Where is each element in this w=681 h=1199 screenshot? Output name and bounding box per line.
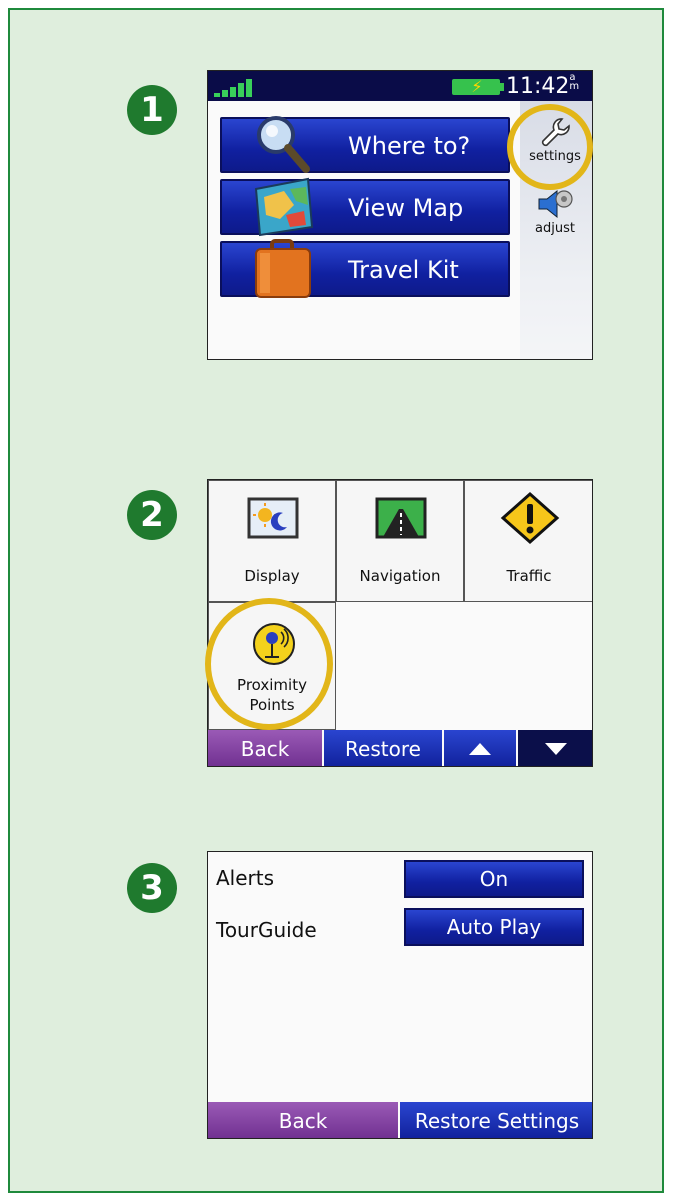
step-2-marker: 2 [127, 490, 177, 540]
display-icon [247, 497, 299, 539]
clock-ampm: am [569, 72, 580, 92]
magnifier-icon [257, 116, 310, 173]
adjust-label: adjust [535, 221, 575, 236]
step-3-number: 3 [140, 868, 164, 908]
restore-button[interactable]: Restore [324, 730, 442, 766]
settings-nav-bar: Back Restore [208, 730, 592, 766]
display-tile[interactable]: Display [208, 480, 336, 602]
arrow-down-icon [545, 743, 567, 755]
where-to-label: Where to? [348, 132, 471, 160]
clock: 11:42am [506, 72, 580, 100]
display-label: Display [244, 567, 300, 585]
back-button-2[interactable]: Back [208, 1102, 398, 1138]
step-1-number: 1 [140, 90, 164, 130]
signal-strength-icon [214, 77, 262, 97]
speaker-icon [538, 189, 573, 219]
warning-icon [500, 491, 560, 545]
road-icon [375, 497, 427, 539]
map-icon [254, 177, 314, 237]
tourguide-value-button[interactable]: Auto Play [404, 908, 584, 946]
view-map-label: View Map [348, 194, 464, 222]
restore-label: Restore [345, 737, 421, 761]
traffic-label: Traffic [506, 567, 552, 585]
settings-highlight-ring [507, 104, 593, 190]
scroll-down-button[interactable] [518, 730, 592, 766]
proximity-highlight-ring [205, 598, 333, 730]
alerts-label: Alerts [216, 866, 275, 890]
step-1-marker: 1 [127, 85, 177, 135]
view-map-button[interactable]: View Map [220, 177, 510, 237]
navigation-tile[interactable]: Navigation [336, 480, 464, 602]
restore-settings-label: Restore Settings [414, 1109, 580, 1133]
navigation-label: Navigation [359, 567, 441, 585]
step-3-marker: 3 [127, 863, 177, 913]
travel-kit-label: Travel Kit [348, 256, 459, 284]
restore-settings-button[interactable]: Restore Settings [400, 1102, 592, 1138]
travel-kit-button[interactable]: Travel Kit [220, 239, 510, 298]
back-button[interactable]: Back [208, 730, 322, 766]
where-to-button[interactable]: Where to? [220, 116, 510, 173]
adjust-button[interactable]: adjust [522, 187, 588, 236]
proximity-points-screen: Alerts On TourGuide Auto Play Back Resto… [207, 851, 593, 1139]
tourguide-value: Auto Play [446, 915, 542, 939]
tourguide-label: TourGuide [216, 918, 317, 942]
back-label-2: Back [278, 1109, 328, 1133]
arrow-up-icon [469, 743, 491, 755]
proximity-nav-bar: Back Restore Settings [208, 1102, 592, 1138]
alerts-value-button[interactable]: On [404, 860, 584, 898]
battery-charging-icon: ⚡ [452, 77, 504, 96]
status-bar: ⚡ 11:42am [208, 71, 592, 101]
back-label: Back [240, 737, 290, 761]
traffic-tile[interactable]: Traffic [464, 480, 592, 602]
scroll-up-button[interactable] [444, 730, 516, 766]
suitcase-icon [255, 239, 311, 298]
step-2-number: 2 [140, 495, 164, 535]
alerts-value: On [479, 867, 509, 891]
